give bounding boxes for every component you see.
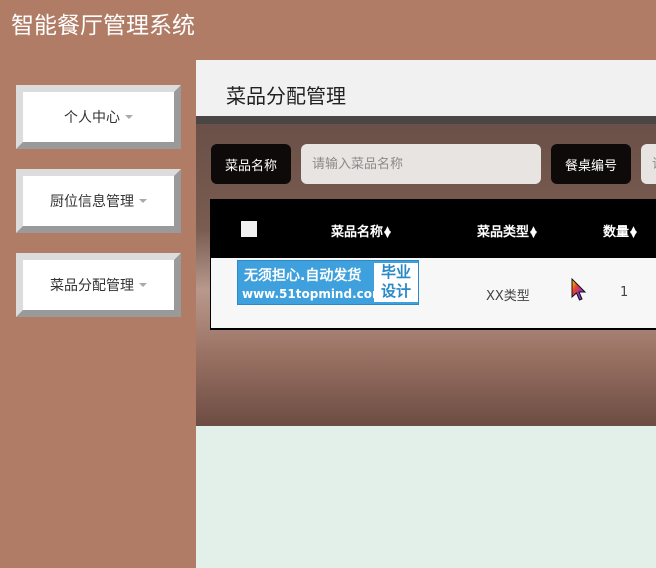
watermark-badge: 毕业 设计 bbox=[374, 263, 418, 302]
table-row[interactable]: 无须担心.自动发货 www.51topmind.com 毕业 设计 XX类型 1 bbox=[211, 258, 656, 328]
watermark-line1: 无须担心.自动发货 bbox=[244, 268, 362, 284]
column-header-dish-type[interactable]: 菜品类型▲ ▼ bbox=[477, 221, 537, 240]
sort-icon: ▲ ▼ bbox=[384, 224, 391, 240]
cursor-icon bbox=[571, 278, 587, 301]
column-header-dish-name[interactable]: 菜品名称▲ ▼ bbox=[331, 221, 391, 240]
main-content: 菜品分配管理 菜品名称 餐桌编号 菜品名称▲▼ 菜品类型▲▼ 数量▲▼ bbox=[196, 60, 656, 568]
app-title: 智能餐厅管理系统 bbox=[11, 13, 195, 39]
page-title: 菜品分配管理 bbox=[226, 84, 346, 108]
sidebar-item-label: 厨位信息管理 bbox=[50, 194, 134, 210]
page-header: 菜品分配管理 bbox=[196, 60, 656, 116]
caret-down-icon bbox=[139, 199, 147, 203]
sort-icon: ▲ ▼ bbox=[630, 224, 637, 240]
table-header: 菜品名称▲ ▼ 菜品类型▲ ▼ 数量▲ ▼ bbox=[210, 199, 656, 257]
header-divider bbox=[196, 116, 656, 124]
sidebar-item-label: 个人中心 bbox=[64, 110, 120, 126]
sidebar-item-personal-center[interactable]: 个人中心 bbox=[16, 85, 181, 149]
watermark-line2: www.51topmind.com bbox=[242, 287, 385, 301]
table-no-label: 餐桌编号 bbox=[551, 144, 631, 184]
top-bar: 智能餐厅管理系统 bbox=[0, 0, 656, 60]
sort-icon: ▲ ▼ bbox=[530, 224, 537, 240]
watermark-banner: 无须担心.自动发货 www.51topmind.com 毕业 设计 bbox=[237, 260, 419, 305]
caret-down-icon bbox=[125, 115, 133, 119]
content-area: 菜品名称 餐桌编号 菜品名称▲▼ 菜品类型▲▼ 数量▲▼ 无须担心. bbox=[196, 124, 656, 426]
dish-name-label: 菜品名称 bbox=[211, 144, 291, 184]
column-header-quantity[interactable]: 数量▲ ▼ bbox=[603, 221, 637, 240]
sidebar-item-kitchen-info[interactable]: 厨位信息管理 bbox=[16, 169, 181, 233]
sidebar-item-label: 菜品分配管理 bbox=[50, 278, 134, 294]
cell-quantity: 1 bbox=[620, 285, 629, 300]
sidebar: 个人中心 厨位信息管理 菜品分配管理 bbox=[0, 60, 196, 568]
sidebar-item-dish-assignment[interactable]: 菜品分配管理 bbox=[16, 253, 181, 317]
table-no-search-input[interactable] bbox=[641, 144, 656, 184]
cell-dish-type: XX类型 bbox=[486, 289, 530, 304]
dish-table: 菜品名称▲ ▼ 菜品类型▲ ▼ 数量▲ ▼ 无须担心.自动发货 www.51topmi… bbox=[210, 199, 656, 330]
caret-down-icon bbox=[139, 283, 147, 287]
select-all-checkbox[interactable] bbox=[241, 221, 257, 237]
dish-name-search-input[interactable] bbox=[301, 144, 541, 184]
watermark-text: 无须担心.自动发货 www.51topmind.com bbox=[238, 261, 385, 304]
